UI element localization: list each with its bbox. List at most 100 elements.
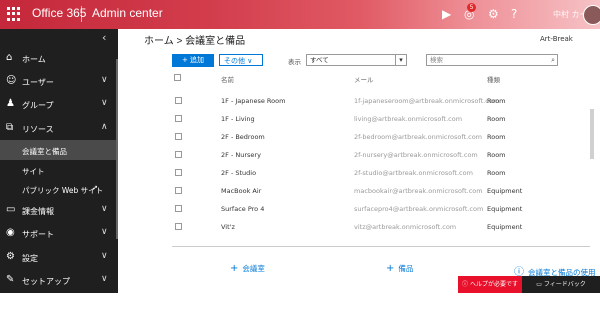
notification-badge: 5 [467,3,476,12]
add-room-button[interactable]: + 会議室 [230,263,265,274]
sidebar-item-billing[interactable]: ▭ 課金情報 ∨ [0,199,118,222]
sidebar-item-label: 会議室と備品 [22,147,67,156]
cell-email: surfacepro4@artbreak.onmicrosoft.com [354,205,484,213]
table-row[interactable]: 2F - Bedroom 2f-bedroom@artbreak.onmicro… [172,128,588,146]
cell-type: Room [487,151,506,159]
plus-icon: + [386,263,395,274]
cell-type: Room [487,115,506,123]
help-button[interactable]: ⓘ ヘルプが必要ですか? [458,276,522,305]
cell-email: 2f-bedroom@artbreak.onmicrosoft.com [354,133,483,141]
chevron-down-icon: ∨ [101,274,108,284]
app-title: Admin center [92,6,163,20]
filter-value: すべて [310,56,329,64]
sidebar-item-label: ホーム [22,55,46,64]
more-button[interactable]: その他 ∨ [219,54,263,66]
row-checkbox[interactable] [175,205,182,212]
feedback-button[interactable]: ▭ フィードバック [522,276,600,293]
table-scrollbar[interactable] [590,109,594,159]
feedback-label: フィードバック [543,281,586,288]
main-content: ホーム > 会議室と備品 Art-Break + 追加 その他 ∨ 表示 すべて… [118,29,600,293]
sidebar-item-settings[interactable]: ⚙ 設定 ∨ [0,246,118,269]
sidebar-item-groups[interactable]: ♟ グループ ∨ [0,93,118,116]
sidebar-item-resources[interactable]: ⧉ リソース ∧ [0,117,118,140]
row-checkbox[interactable] [175,115,182,122]
footer-divider [172,246,590,247]
column-header-name[interactable]: 名前 [221,74,234,84]
row-checkbox[interactable] [175,133,182,140]
chevron-left-icon[interactable]: ‹ [102,31,106,44]
gear-icon[interactable]: ⚙ [488,7,499,21]
chevron-down-icon: ∨ [101,204,108,214]
add-button[interactable]: + 追加 [172,54,214,67]
cell-type: Equipment [487,223,523,231]
plus-icon: + [230,263,239,274]
cell-name: 2F - Studio [221,169,257,177]
resources-icon: ⧉ [6,122,14,133]
row-checkbox[interactable] [175,151,182,158]
cell-email: 2f-nursery@artbreak.onmicrosoft.com [354,151,478,159]
cell-email: vitz@artbreak.onmicrosoft.com [354,223,457,231]
search-placeholder: 検索 [430,56,443,64]
top-bar: Office 365 Admin center ▶ ◎ 5 ⚙ ? 中村 カー [0,0,600,29]
sidebar-subitem-sites[interactable]: サイト [0,160,118,180]
search-icon: ⌕ [551,56,555,64]
gear-icon: ⚙ [6,251,15,262]
cell-type: Equipment [487,187,523,195]
cell-name: 1F - Japanese Room [221,97,286,105]
sidebar-item-label: サポート [22,230,54,239]
table-row[interactable]: 2F - Nursery 2f-nursery@artbreak.onmicro… [172,146,588,164]
cell-name: MacBook Air [221,187,262,195]
sidebar-subitem-rooms-equipment[interactable]: 会議室と備品 [0,140,118,160]
table-row[interactable]: Surface Pro 4 surfacepro4@artbreak.onmic… [172,200,588,218]
sidebar-subitem-public-website[interactable]: パブリック Web サイト ↗ [0,179,118,199]
help-icon[interactable]: ? [511,7,517,21]
sidebar-item-setup[interactable]: ✎ セットアップ ∨ [0,269,118,292]
chevron-down-icon: ∨ [101,98,108,108]
sidebar: ‹ ⌂ ホーム ☺ ユーザー ∨ ♟ グループ ∨ ⧉ リソース ∧ 会議室と備… [0,29,118,293]
search-input[interactable]: 検索 ⌕ [426,54,558,66]
cell-name: 1F - Living [221,115,255,123]
sidebar-item-home[interactable]: ⌂ ホーム [0,47,118,70]
sidebar-item-users[interactable]: ☺ ユーザー ∨ [0,70,118,93]
setup-icon: ✎ [6,274,15,285]
column-header-type[interactable]: 種類 [487,74,500,84]
cell-type: Room [487,97,506,105]
row-checkbox[interactable] [175,223,182,230]
sidebar-item-support[interactable]: ◉ サポート ∨ [0,222,118,245]
app-launcher-icon[interactable] [7,7,21,21]
sidebar-item-label: 課金情報 [22,207,54,216]
add-equipment-button[interactable]: + 備品 [386,263,413,274]
add-equipment-label: 備品 [398,264,414,273]
cell-name: 2F - Bedroom [221,133,265,141]
cell-email: 1f-japaneseroom@artbreak.onmicrosoft.com [354,97,500,105]
cell-name: Surface Pro 4 [221,205,265,213]
table-row[interactable]: 1F - Japanese Room 1f-japaneseroom@artbr… [172,92,588,110]
brand-name[interactable]: Office 365 [32,6,86,20]
cell-email: macbookair@artbreak.onmicrosoft.com [354,187,483,195]
table-row[interactable]: MacBook Air macbookair@artbreak.onmicros… [172,182,588,200]
feedback-icon: ▭ [536,281,544,288]
filter-select[interactable]: すべて ▾ [306,54,407,66]
row-checkbox[interactable] [175,187,182,194]
table-row[interactable]: Vit'z vitz@artbreak.onmicrosoft.com Equi… [172,218,588,236]
group-icon: ♟ [6,98,15,109]
org-name: Art-Break [540,35,573,43]
column-header-email[interactable]: メール [354,74,374,84]
skype-icon[interactable]: ▶ [442,7,451,21]
chevron-down-icon: ∨ [101,75,108,85]
help-icon: ⓘ [462,281,470,288]
table-row[interactable]: 1F - Living living@artbreak.onmicrosoft.… [172,110,588,128]
table-row[interactable]: 2F - Studio 2f-studio@artbreak.onmicroso… [172,164,588,182]
cell-type: Room [487,169,506,177]
sidebar-item-label: 設定 [22,254,38,263]
row-checkbox[interactable] [175,97,182,104]
row-checkbox[interactable] [175,169,182,176]
table-header: 名前 メール 種類 [172,72,588,84]
chevron-down-icon: ∨ [101,251,108,261]
cell-type: Room [487,133,506,141]
avatar[interactable] [583,5,600,25]
support-icon: ◉ [6,227,15,238]
cell-email: living@artbreak.onmicrosoft.com [354,115,463,123]
sidebar-item-label: サイト [22,167,45,176]
select-all-checkbox[interactable] [174,74,181,81]
